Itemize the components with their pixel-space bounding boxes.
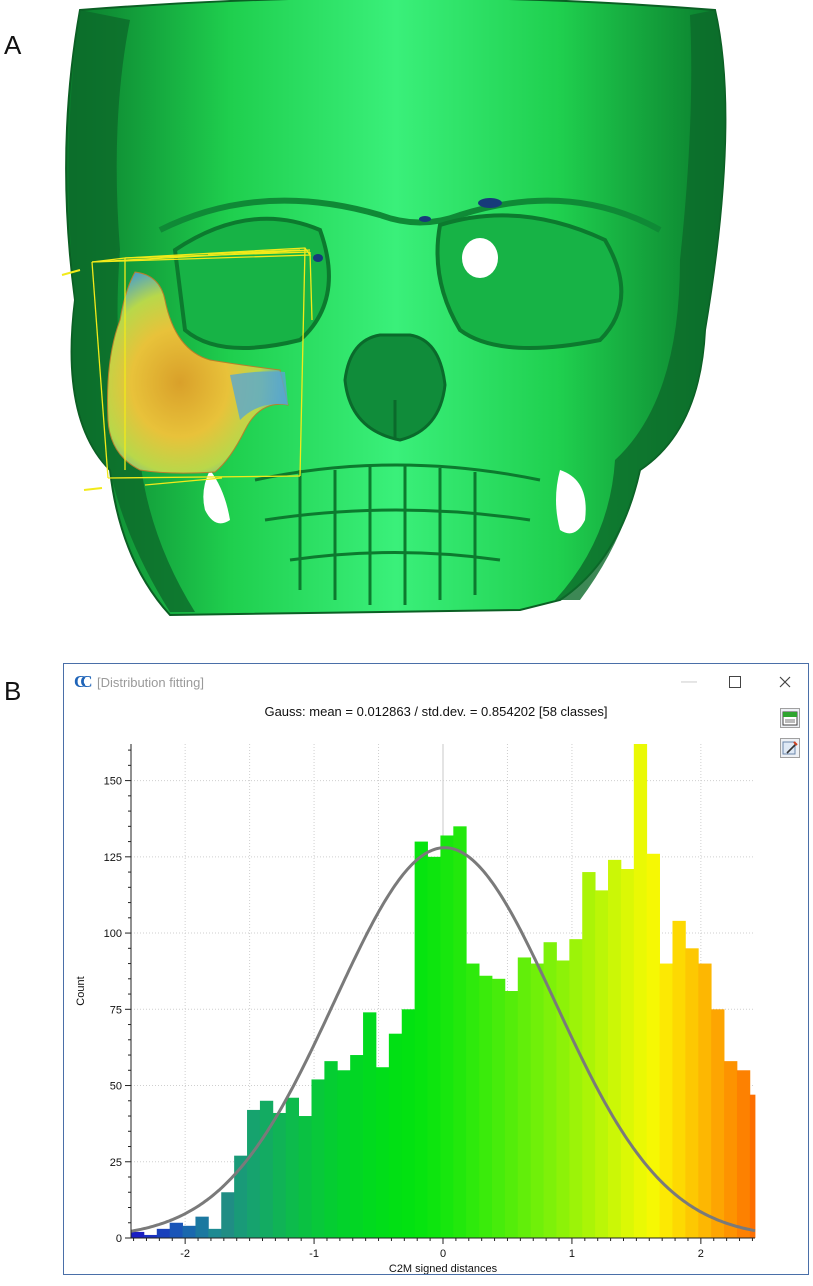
close-button[interactable] bbox=[770, 670, 800, 694]
histogram-bar bbox=[749, 1094, 756, 1238]
histogram-bar bbox=[195, 1216, 209, 1238]
histogram-bar bbox=[556, 960, 570, 1238]
histogram-bar bbox=[414, 841, 428, 1238]
histogram-bar bbox=[272, 1112, 287, 1238]
histogram-bar bbox=[401, 1009, 416, 1238]
histogram-bar bbox=[182, 1225, 196, 1238]
histogram-bar bbox=[582, 872, 596, 1238]
minimize-button[interactable]: — bbox=[674, 670, 704, 694]
histogram-bar bbox=[659, 963, 673, 1238]
histogram-bar bbox=[479, 975, 493, 1238]
x-tick-label: 0 bbox=[440, 1248, 446, 1260]
histogram-bar bbox=[736, 1070, 751, 1238]
histogram-bar bbox=[298, 1116, 312, 1238]
y-tick-label: 100 bbox=[104, 928, 122, 940]
close-icon bbox=[779, 676, 791, 688]
histogram-bar bbox=[491, 978, 506, 1238]
y-tick-label: 50 bbox=[110, 1081, 122, 1093]
window-title: [Distribution fitting] bbox=[97, 675, 204, 690]
histogram-bar bbox=[608, 859, 622, 1238]
histogram-bar bbox=[169, 1222, 183, 1238]
maximize-button[interactable] bbox=[720, 670, 750, 694]
x-tick-label: 1 bbox=[569, 1248, 575, 1260]
histogram-bar bbox=[131, 1231, 145, 1238]
histogram-bar bbox=[337, 1070, 351, 1238]
histogram-bar bbox=[221, 1192, 235, 1238]
skull-3d-render[interactable] bbox=[0, 0, 813, 640]
histogram-bar bbox=[156, 1228, 171, 1238]
histogram-bar bbox=[620, 869, 635, 1238]
histogram-bar bbox=[453, 826, 467, 1238]
histogram-bar bbox=[685, 948, 699, 1238]
distribution-fitting-window: CC [Distribution fitting] — Gauss: mean … bbox=[63, 663, 809, 1275]
y-tick-label: 25 bbox=[110, 1157, 122, 1169]
histogram-bar bbox=[440, 835, 454, 1238]
histogram-bar bbox=[530, 963, 544, 1238]
histogram-bar bbox=[517, 957, 532, 1238]
histogram-bar bbox=[285, 1097, 300, 1238]
histogram-bar bbox=[543, 942, 557, 1238]
histogram-chart[interactable]: -2 -1 0 1 2 0 25 50 75 100 125 150 C2M signed dista… bbox=[64, 724, 810, 1274]
histogram-bar bbox=[388, 1033, 403, 1238]
minimize-icon: — bbox=[681, 673, 697, 690]
y-tick-label: 150 bbox=[104, 776, 122, 788]
histogram-bar bbox=[504, 991, 519, 1238]
histogram-bar bbox=[595, 890, 609, 1238]
histogram-bar bbox=[350, 1055, 364, 1238]
histogram-bar bbox=[427, 856, 441, 1238]
histogram-bar bbox=[569, 939, 583, 1238]
histogram-bar bbox=[375, 1067, 390, 1238]
x-tick-label: 2 bbox=[698, 1248, 704, 1260]
title-bar[interactable]: CC [Distribution fitting] — bbox=[64, 664, 808, 700]
histogram-bar bbox=[711, 1009, 725, 1238]
cloudcompare-icon: CC bbox=[74, 672, 93, 691]
x-axis-title: C2M signed distances bbox=[389, 1263, 498, 1274]
maximize-icon bbox=[729, 676, 741, 688]
histogram-bar bbox=[324, 1061, 338, 1238]
histogram-bar bbox=[247, 1109, 261, 1238]
x-tick-label: -2 bbox=[180, 1248, 190, 1260]
y-tick-label: 0 bbox=[116, 1233, 122, 1245]
panel-b-label: B bbox=[4, 676, 22, 706]
x-tick-label: -1 bbox=[309, 1248, 319, 1260]
y-tick-label: 75 bbox=[110, 1004, 122, 1016]
histogram-bar bbox=[363, 1012, 377, 1238]
y-axis-title: Count bbox=[75, 976, 87, 1005]
y-tick-label: 125 bbox=[104, 852, 122, 864]
histogram-bar bbox=[259, 1100, 274, 1238]
histogram-bar bbox=[698, 963, 712, 1238]
histogram-bar bbox=[311, 1079, 325, 1238]
histogram-bar bbox=[208, 1228, 222, 1238]
histogram-bar bbox=[466, 963, 480, 1238]
fit-summary: Gauss: mean = 0.012863 / std.dev. = 0.85… bbox=[264, 704, 608, 719]
histogram-bar bbox=[724, 1061, 738, 1238]
histogram-bar bbox=[672, 920, 686, 1238]
